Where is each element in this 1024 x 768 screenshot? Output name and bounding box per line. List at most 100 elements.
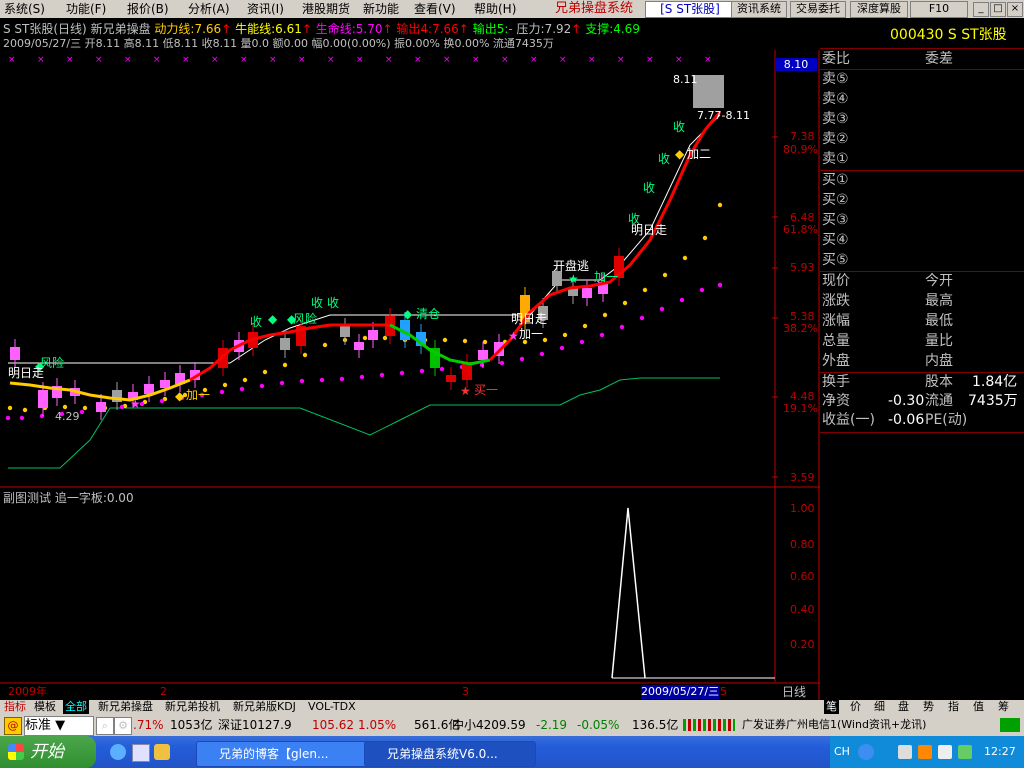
candle-body [552, 271, 562, 286]
label-liangbi: 量比 [925, 333, 953, 349]
show-desktop-icon[interactable] [132, 744, 150, 762]
top-marker: × [704, 55, 712, 65]
magenta-dot [19, 415, 25, 421]
label-jia: 加一 [186, 388, 211, 402]
quote-tab-zhi2[interactable]: 值 [971, 700, 986, 714]
signal-bars [683, 719, 735, 731]
buy-2: 买② [822, 192, 849, 208]
minimize-button[interactable]: _ [973, 2, 989, 17]
top-marker: × [327, 55, 335, 65]
trade-button[interactable]: 交易委托 [790, 1, 846, 18]
mode-label: 标准 [25, 718, 52, 733]
info-system-button[interactable]: 资讯系统 [731, 1, 787, 18]
svg-text:★: ★ [460, 384, 471, 398]
label-xianjia: 现价 [822, 273, 850, 289]
candle-body [446, 375, 456, 382]
peak-block [693, 75, 724, 108]
tab-xinxiongdi-touji[interactable]: 新兄弟投机 [163, 700, 222, 714]
ie-icon[interactable] [110, 744, 126, 760]
quote-tab-zhi[interactable]: 指 [946, 700, 961, 714]
volume-icon[interactable] [938, 745, 952, 759]
help-icon[interactable] [858, 744, 874, 760]
search-icon[interactable]: ⌕ [96, 717, 114, 735]
x-label-may: 5 [720, 685, 727, 698]
quicklaunch-icon[interactable] [154, 744, 170, 760]
chart-header-line1: S ST张股(日线) 新兄弟操盘 动力线:7.66↑ 牛能线:6.61↑ 生命线… [3, 22, 640, 36]
deep-calc-button[interactable]: 深度算股 [850, 1, 908, 18]
tray-icon-2[interactable] [918, 745, 932, 759]
menu-new-function[interactable]: 新功能 [363, 1, 399, 17]
chart-header-line2: 2009/05/27/三 开8.11 高8.11 低8.11 收8.11 量0.… [3, 37, 554, 50]
menu-info[interactable]: 资讯(I) [247, 1, 284, 17]
magenta-dot [717, 282, 723, 288]
price-tick-382: 38.2% [783, 322, 818, 335]
quote-tab-xi[interactable]: 细 [872, 700, 887, 714]
start-button[interactable]: 开始 [0, 736, 96, 768]
indicator-name: 新兄弟操盘 [90, 22, 151, 36]
stock-box[interactable]: [S ST张股] [645, 1, 735, 18]
tab-vol-tdx[interactable]: VOL-TDX [306, 700, 358, 714]
sell-2: 卖② [822, 131, 849, 147]
network-icon[interactable] [958, 745, 972, 759]
buy-4: 买④ [822, 232, 849, 248]
top-marker: × [8, 55, 16, 65]
sell-3: 卖③ [822, 111, 849, 127]
quote-panel: 000430 S ST张股 委比 委差 卖⑤ 卖④ 卖③ 卖② 卖① 买① 买②… [820, 24, 1024, 700]
label-fengxian-2: 风险 [293, 312, 318, 326]
yellow-dot [582, 323, 588, 329]
quote-tab-jia[interactable]: 价 [848, 700, 863, 714]
tab-muban[interactable]: 模板 [32, 700, 58, 714]
tab-xinxiongdi-caopan[interactable]: 新兄弟操盘 [96, 700, 155, 714]
quote-tab-bi[interactable]: 笔 [824, 700, 839, 714]
yali-value: 压力:7.92 [516, 22, 572, 36]
yellow-dot [542, 337, 548, 343]
label-waipan: 外盘 [822, 353, 850, 369]
shuchu5-value: 输出5:- [472, 22, 513, 36]
label-neipan: 内盘 [925, 353, 953, 369]
quote-tab-chou[interactable]: 筹 [996, 700, 1011, 714]
label-mingrizou-1: 明日走 [8, 366, 45, 380]
maximize-button[interactable]: □ [990, 2, 1006, 17]
menu-analysis[interactable]: 分析(A) [188, 1, 230, 17]
quote-tab-shi[interactable]: 势 [921, 700, 936, 714]
menu-view[interactable]: 查看(V) [414, 1, 456, 17]
menu-function[interactable]: 功能(F) [66, 1, 106, 17]
candle-body [10, 347, 20, 360]
tab-zhibiao[interactable]: 指标 [2, 700, 28, 714]
period-label[interactable]: 日线 [782, 685, 806, 699]
magenta-dot [239, 386, 245, 392]
tab-quanbu[interactable]: 全部 [63, 700, 89, 714]
task-trading-system[interactable]: 兄弟操盘系统V6.0... [364, 741, 536, 767]
ticker-zx-chg: -2.19 [536, 718, 568, 732]
mode-selector[interactable]: 标准 ▼ [24, 716, 94, 736]
candle-body [368, 330, 378, 340]
f10-button[interactable]: F10 [910, 1, 968, 18]
top-marker: × [559, 55, 567, 65]
label-shou-3: 收 [327, 296, 340, 310]
menu-system[interactable]: 系统(S) [4, 1, 45, 17]
quote-tab-pan[interactable]: 盘 [896, 700, 911, 714]
magenta-dot [639, 315, 645, 321]
magenta-dot [479, 362, 485, 368]
label-mingrizou-3: 明日走 [631, 223, 668, 237]
yellow-dot [302, 352, 308, 358]
task-blog[interactable]: 兄弟的博客【glen... [196, 741, 380, 767]
close-button[interactable]: × [1007, 2, 1023, 17]
top-marker: × [153, 55, 161, 65]
yellow-dot [262, 369, 268, 375]
label-mingrizou-2: 明日走 [511, 312, 548, 326]
menu-hk-futures[interactable]: 港股期货 [302, 1, 350, 17]
tab-xinxiongdi-kdj[interactable]: 新兄弟版KDJ [231, 700, 298, 714]
label-shou-1: 收 [250, 315, 263, 329]
magenta-dot [339, 376, 345, 382]
tray-icon-1[interactable] [898, 745, 912, 759]
lang-indicator[interactable]: CH [834, 745, 850, 758]
ticker-broker: 广发证券广州电信1(Wind资讯+龙讯) [742, 718, 927, 731]
menu-quote[interactable]: 报价(B) [127, 1, 169, 17]
sub-tick-040: 0.40 [790, 603, 815, 616]
menu-help[interactable]: 帮助(H) [474, 1, 516, 17]
top-marker: × [66, 55, 74, 65]
magenta-dot [379, 372, 385, 378]
gear-icon[interactable]: ⚙ [114, 717, 132, 735]
yellow-dot [717, 202, 723, 208]
